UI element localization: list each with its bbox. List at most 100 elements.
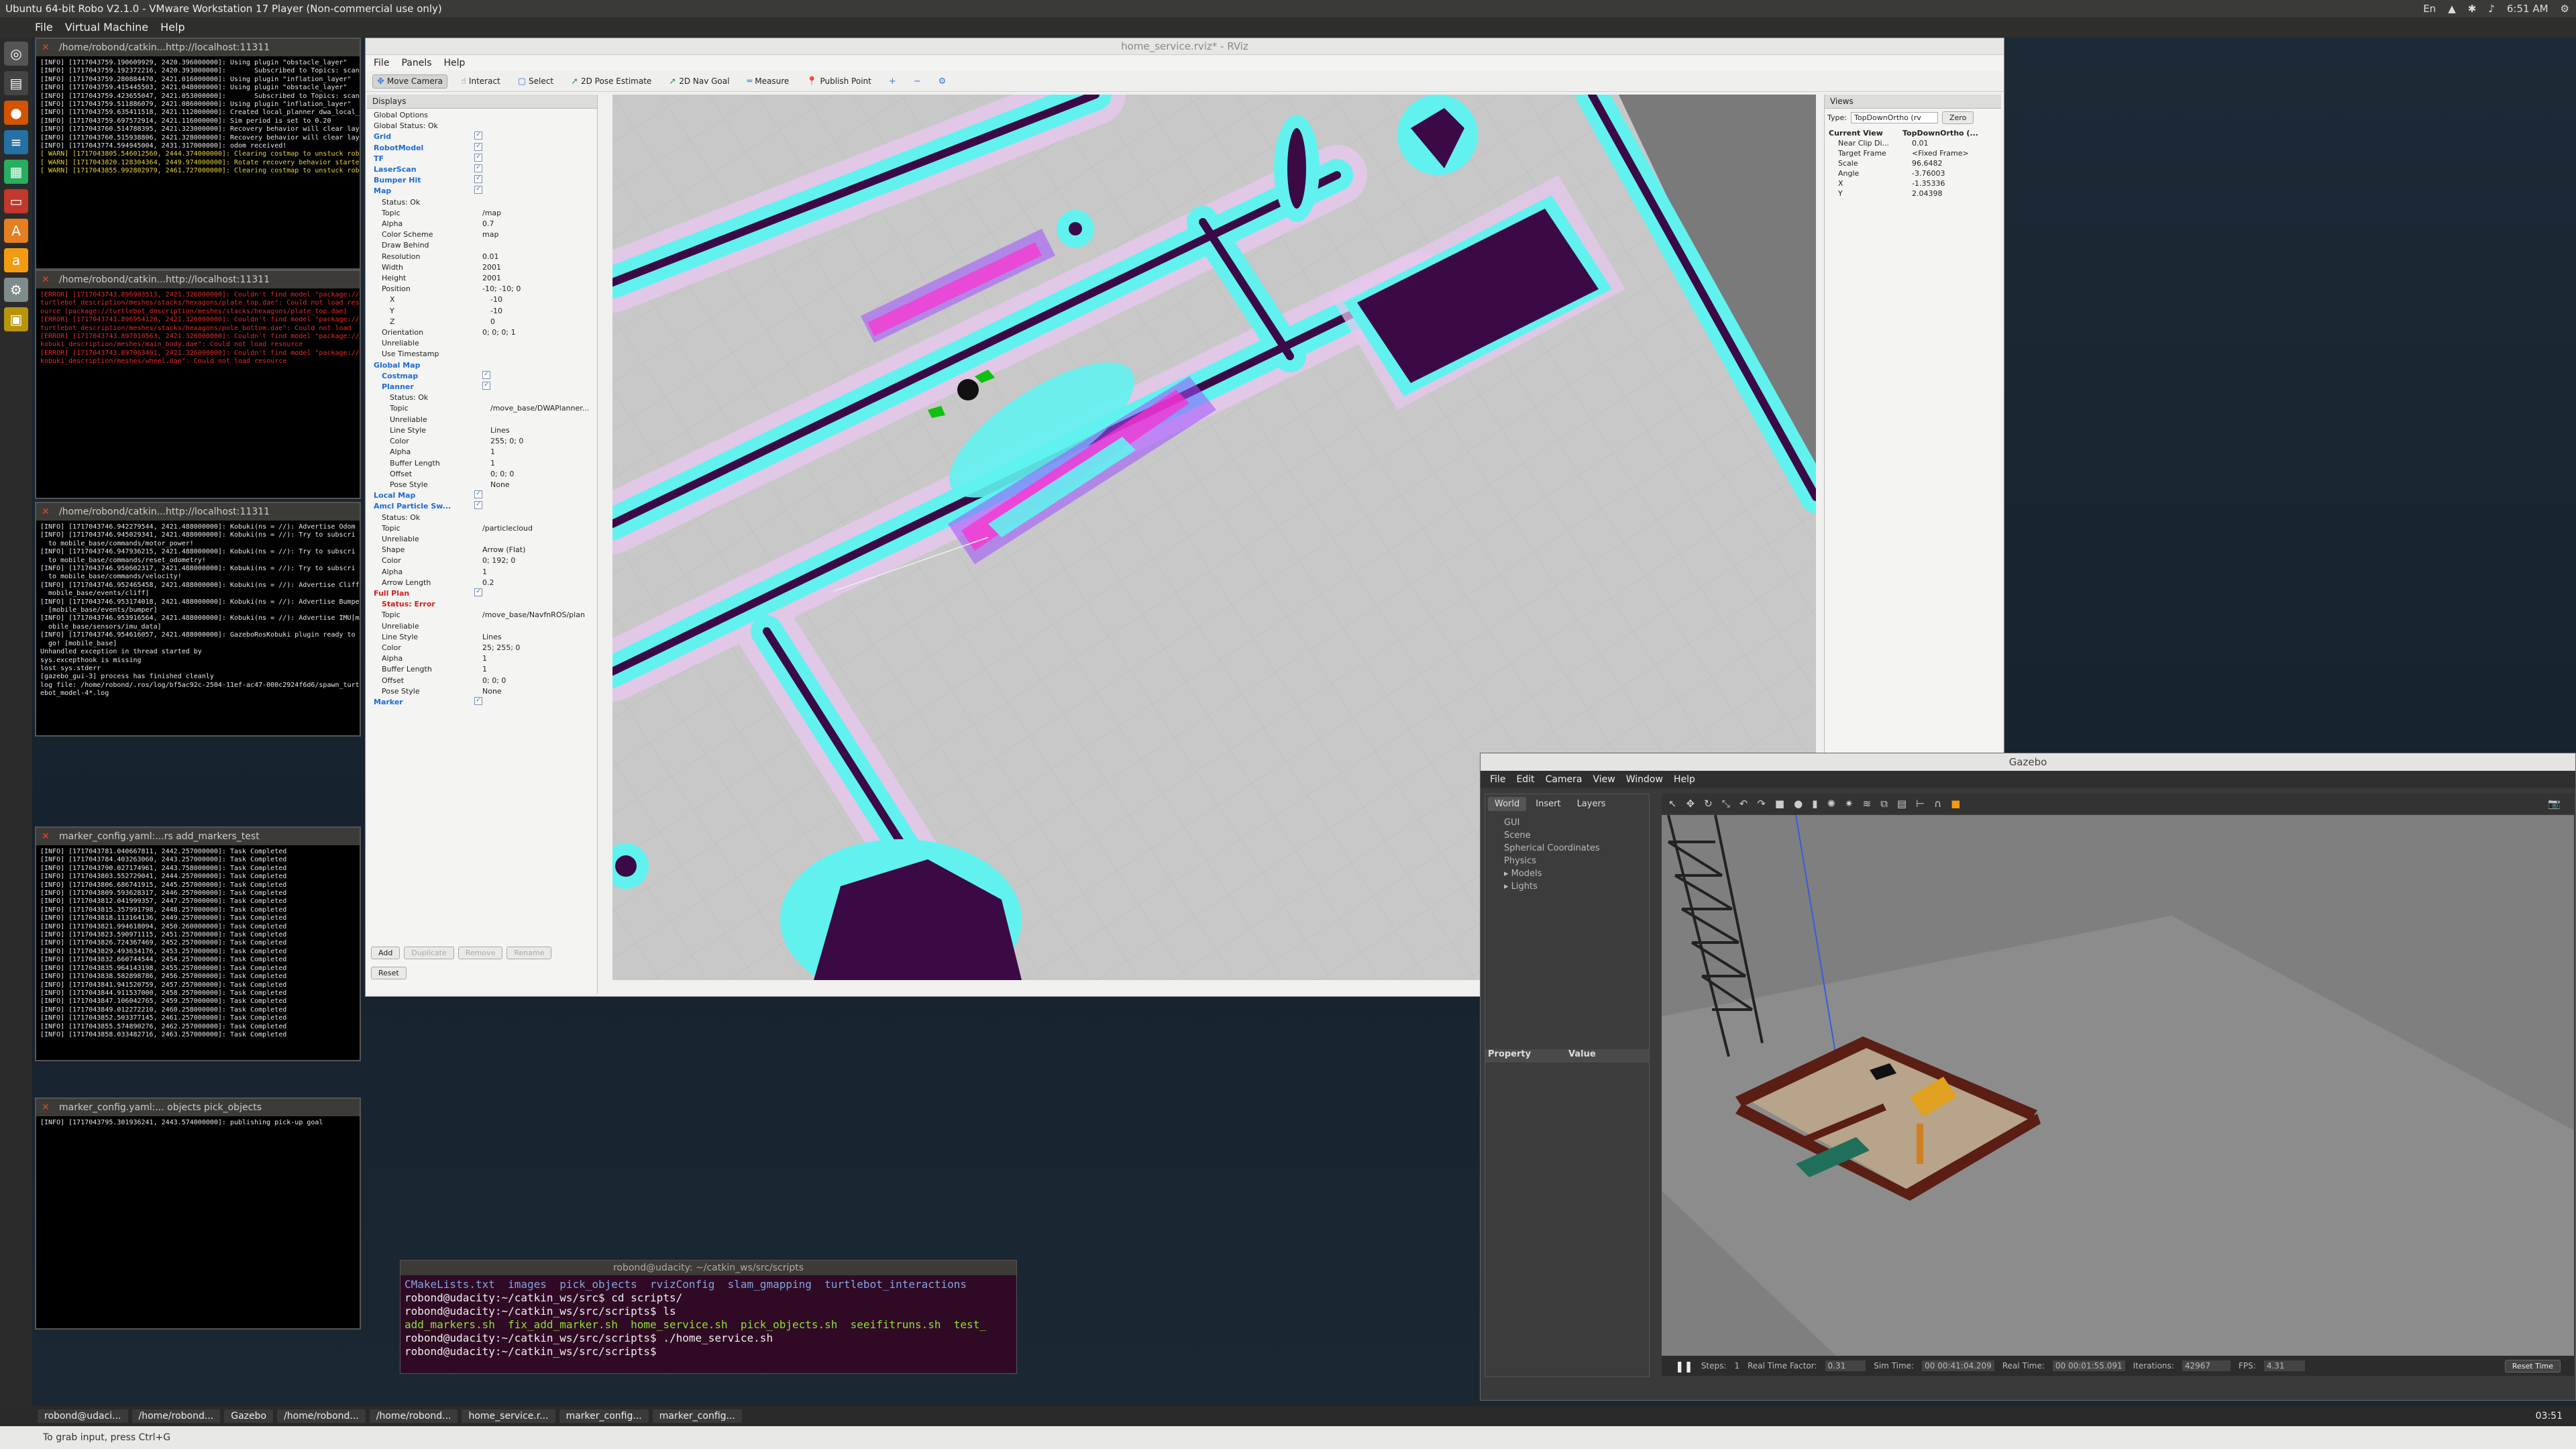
duplicate-display-button[interactable]: Duplicate xyxy=(404,947,454,959)
pose-estimate-tool[interactable]: ➚ 2D Pose Estimate xyxy=(567,75,655,88)
tab-layers[interactable]: Layers xyxy=(1570,797,1613,811)
terminal-window-1[interactable]: /home/robond/catkin...http://localhost:1… xyxy=(35,38,361,270)
copy-icon[interactable]: ⧉ xyxy=(1880,798,1888,810)
remove-tool-button[interactable]: − xyxy=(910,75,925,88)
display-value[interactable]: 0; 0; 0 xyxy=(482,676,506,686)
display-row[interactable]: Unreliable xyxy=(370,534,594,545)
measure-tool[interactable]: ═ Measure xyxy=(743,75,793,88)
display-value[interactable]: ✓ xyxy=(474,175,482,184)
display-value[interactable]: ✓ xyxy=(482,370,490,379)
display-value[interactable]: 1 xyxy=(482,664,487,675)
move-camera-tool[interactable]: ✥ Move Camera xyxy=(372,74,447,89)
display-row[interactable]: Color 255; 0; 0 xyxy=(370,436,594,447)
gazebo-menu-help[interactable]: Help xyxy=(1674,771,1695,788)
display-value[interactable]: 1 xyxy=(482,653,487,664)
firefox-icon[interactable]: ● xyxy=(4,101,28,125)
terminal-1-title[interactable]: /home/robond/catkin...http://localhost:1… xyxy=(36,39,360,56)
display-row[interactable]: Status: Ok xyxy=(370,197,594,208)
view-prop-value[interactable]: 0.01 xyxy=(1912,138,1929,148)
display-value[interactable]: /move_base/DWAPlanner... xyxy=(490,403,589,414)
scale-mode-icon[interactable]: ⤡ xyxy=(1722,798,1730,810)
nav-goal-tool[interactable]: ➚ 2D Nav Goal xyxy=(665,75,733,88)
gazebo-menu-file[interactable]: File xyxy=(1490,771,1505,788)
tab-world[interactable]: World xyxy=(1488,797,1527,811)
terminal-window-3[interactable]: /home/robond/catkin...http://localhost:1… xyxy=(35,502,361,737)
displays-tree[interactable]: Global Options Global Status: Ok Grid ✓ Robo… xyxy=(367,109,597,709)
impress-icon[interactable]: ▭ xyxy=(4,189,28,213)
display-row[interactable]: Alpha 1 xyxy=(370,567,594,578)
display-value[interactable]: Lines xyxy=(490,425,510,436)
cylinder-shape-icon[interactable]: ▮ xyxy=(1812,798,1817,810)
display-value[interactable]: 1 xyxy=(490,447,495,458)
directional-light-icon[interactable]: ≋ xyxy=(1863,798,1872,810)
display-row[interactable]: TF ✓ xyxy=(370,153,594,164)
box-shape-icon[interactable]: ■ xyxy=(1775,798,1784,810)
display-value[interactable]: 0.2 xyxy=(482,578,494,588)
display-row[interactable]: Unreliable xyxy=(370,338,594,349)
display-value[interactable]: 0; 0; 0; 1 xyxy=(482,327,516,338)
display-row[interactable]: LaserScan ✓ xyxy=(370,164,594,175)
rviz-menu-panels[interactable]: Panels xyxy=(401,55,431,71)
calc-icon[interactable]: ▦ xyxy=(4,160,28,184)
display-value[interactable]: ✓ xyxy=(474,490,482,499)
display-value[interactable]: None xyxy=(490,480,510,490)
sphere-shape-icon[interactable]: ● xyxy=(1794,798,1803,810)
spot-light-icon[interactable]: ✷ xyxy=(1845,798,1854,810)
display-row[interactable]: Pose Style None xyxy=(370,480,594,490)
display-row[interactable]: Unreliable xyxy=(370,415,594,425)
tree-item-physics[interactable]: Physics xyxy=(1504,855,1644,867)
interact-tool[interactable]: ☝ Interact xyxy=(457,75,504,88)
display-row[interactable]: Status: Error xyxy=(370,599,594,610)
files-icon[interactable]: ▤ xyxy=(4,71,28,95)
paste-icon[interactable]: ▤ xyxy=(1897,798,1907,810)
taskbar-item[interactable]: robond@udaci... xyxy=(38,1409,128,1423)
display-value[interactable]: ✓ xyxy=(474,186,482,195)
snap-icon[interactable]: ∩ xyxy=(1934,798,1941,810)
vm-menu-file[interactable]: File xyxy=(35,17,53,38)
display-value[interactable]: 0; 0; 0 xyxy=(490,469,514,480)
display-row[interactable]: Full Plan ✓ xyxy=(370,588,594,599)
gazebo-menu-window[interactable]: Window xyxy=(1626,771,1663,788)
display-value[interactable]: 0.01 xyxy=(482,252,499,262)
display-value[interactable]: None xyxy=(482,686,502,697)
display-row[interactable]: Shape Arrow (Flat) xyxy=(370,545,594,555)
display-row[interactable]: Status: Ok xyxy=(370,392,594,403)
display-value[interactable]: 1 xyxy=(482,567,487,578)
display-row[interactable]: Buffer Length 1 xyxy=(370,664,594,675)
shell-terminal-window[interactable]: robond@udacity: ~/catkin_ws/src/scripts … xyxy=(400,1260,1017,1374)
writer-icon[interactable]: ≡ xyxy=(4,130,28,154)
change-view-icon[interactable]: ■ xyxy=(1951,798,1960,810)
terminal-icon[interactable]: ▣ xyxy=(4,307,28,331)
terminal-window-2[interactable]: /home/robond/catkin...http://localhost:1… xyxy=(35,270,361,499)
display-value[interactable]: ✓ xyxy=(474,696,482,705)
taskbar-item[interactable]: /home/robond... xyxy=(369,1409,458,1423)
display-row[interactable]: Y -10 xyxy=(370,306,594,317)
display-value[interactable]: 2001 xyxy=(482,262,501,273)
rviz-title[interactable]: home_service.rviz* - RViz xyxy=(366,38,2004,55)
display-row[interactable]: Planner ✓ xyxy=(370,382,594,392)
view-prop-value[interactable]: -1.35336 xyxy=(1912,178,1945,189)
gazebo-title[interactable]: Gazebo xyxy=(1481,753,2575,771)
display-row[interactable]: Alpha 0.7 xyxy=(370,219,594,229)
screenshot-icon[interactable]: 📷 xyxy=(2548,798,2561,810)
display-row[interactable]: Color 25; 255; 0 xyxy=(370,643,594,653)
tree-item-scene[interactable]: Scene xyxy=(1504,829,1644,842)
display-value[interactable]: ✓ xyxy=(474,142,482,151)
tree-item-models[interactable]: ▸ Models xyxy=(1504,867,1644,880)
system-settings-icon[interactable]: ⚙ xyxy=(4,278,28,302)
display-row[interactable]: Position -10; -10; 0 xyxy=(370,284,594,294)
view-prop-value[interactable]: 96.6482 xyxy=(1912,158,1943,168)
display-row[interactable]: Buffer Length 1 xyxy=(370,458,594,469)
display-row[interactable]: Map ✓ xyxy=(370,186,594,197)
redo-icon[interactable]: ↷ xyxy=(1757,798,1766,810)
display-value[interactable]: 255; 0; 0 xyxy=(490,436,523,447)
vm-menu-help[interactable]: Help xyxy=(160,17,184,38)
add-display-button[interactable]: Add xyxy=(371,947,400,959)
tab-insert[interactable]: Insert xyxy=(1529,797,1567,811)
dash-icon[interactable]: ◎ xyxy=(4,42,28,66)
taskbar-item[interactable]: /home/robond... xyxy=(131,1409,221,1423)
display-row[interactable]: Resolution 0.01 xyxy=(370,252,594,262)
display-row[interactable]: Global Map xyxy=(370,360,594,371)
display-value[interactable]: /move_base/NavfnROS/plan xyxy=(482,610,585,621)
terminal-2-title[interactable]: /home/robond/catkin...http://localhost:1… xyxy=(36,271,360,288)
